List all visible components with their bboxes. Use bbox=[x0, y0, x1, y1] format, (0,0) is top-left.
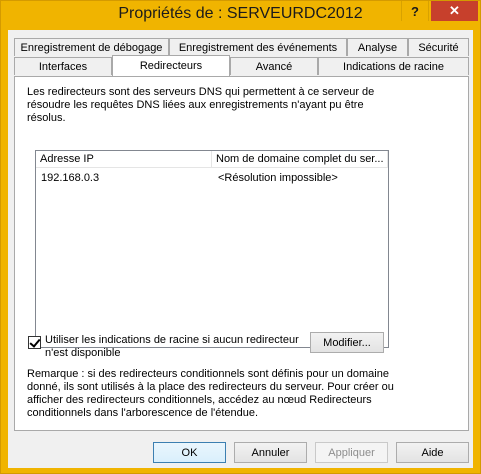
modify-button[interactable]: Modifier... bbox=[310, 332, 384, 353]
checkbox-label-line-1: Utiliser les indications de racine si au… bbox=[45, 334, 299, 346]
dialog-client-area: Enregistrement de débogage Enregistremen… bbox=[8, 30, 473, 468]
tab-event-logging[interactable]: Enregistrement des événements bbox=[169, 38, 347, 56]
tab-interfaces[interactable]: Interfaces bbox=[14, 57, 112, 75]
description-line-2: résoudre les requêtes DNS liées aux enre… bbox=[27, 99, 364, 111]
help-icon[interactable]: ? bbox=[401, 1, 429, 21]
remark-line-3: afficher des redirecteurs conditionnels,… bbox=[27, 394, 372, 406]
tab-advanced[interactable]: Avancé bbox=[230, 57, 318, 75]
description-line-1: Les redirecteurs sont des serveurs DNS q… bbox=[27, 86, 375, 98]
remark-line-2: donné, ils sont utilisés à la place des … bbox=[27, 381, 394, 393]
row-ip[interactable]: 192.168.0.3 bbox=[41, 172, 99, 184]
column-header-ip[interactable]: Adresse IP bbox=[36, 151, 212, 168]
ok-button[interactable]: OK bbox=[153, 442, 226, 463]
description-line-3: résolus. bbox=[27, 112, 66, 124]
tab-debug-logging[interactable]: Enregistrement de débogage bbox=[14, 38, 169, 56]
tab-monitoring[interactable]: Analyse bbox=[347, 38, 408, 56]
close-icon[interactable]: ✕ bbox=[431, 1, 478, 21]
apply-button[interactable]: Appliquer bbox=[315, 442, 388, 463]
use-root-hints-checkbox[interactable] bbox=[28, 336, 41, 349]
tab-forwarders[interactable]: Redirecteurs bbox=[112, 55, 230, 76]
tab-root-hints[interactable]: Indications de racine bbox=[318, 57, 469, 75]
row-fqdn[interactable]: <Résolution impossible> bbox=[218, 172, 338, 184]
title-bar[interactable]: Propriétés de : SERVEURDC2012 ? ✕ bbox=[1, 1, 480, 29]
forwarders-list[interactable]: Adresse IP Nom de domaine complet du ser… bbox=[35, 150, 389, 348]
tab-security[interactable]: Sécurité bbox=[408, 38, 469, 56]
column-header-fqdn[interactable]: Nom de domaine complet du ser... bbox=[212, 151, 388, 168]
help-button[interactable]: Aide bbox=[396, 442, 469, 463]
checkbox-label-line-2: n'est disponible bbox=[45, 347, 121, 359]
forwarders-panel: Les redirecteurs sont des serveurs DNS q… bbox=[14, 76, 469, 431]
cancel-button[interactable]: Annuler bbox=[234, 442, 307, 463]
remark-line-1: Remarque : si des redirecteurs condition… bbox=[27, 368, 389, 380]
properties-dialog: Propriétés de : SERVEURDC2012 ? ✕ Enregi… bbox=[0, 0, 481, 474]
remark-line-4: conditionnels dans l'arborescence de l'é… bbox=[27, 407, 259, 419]
